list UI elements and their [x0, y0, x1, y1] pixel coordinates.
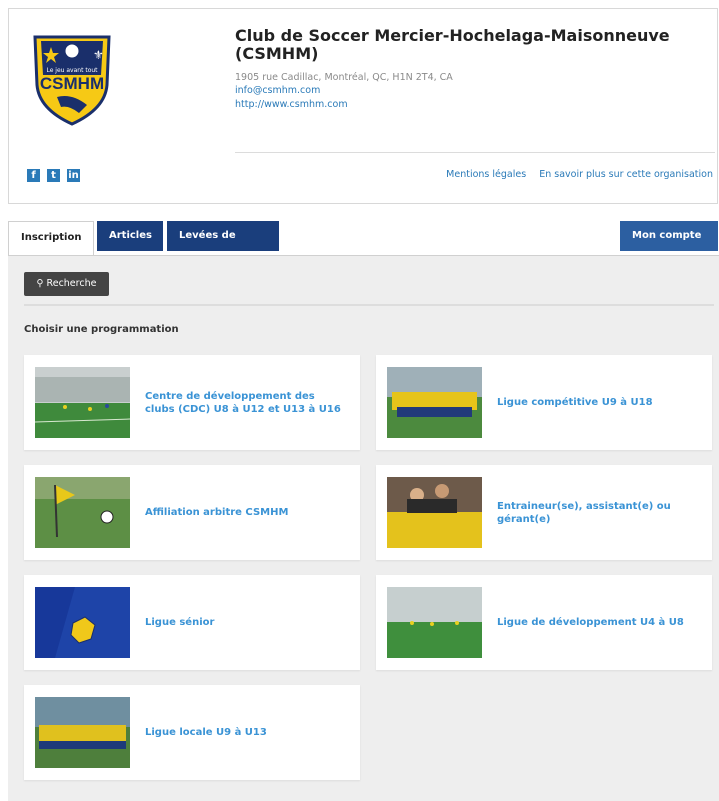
tab-articles[interactable]: Articles	[97, 221, 163, 251]
header-divider	[235, 152, 715, 153]
program-thumbnail	[35, 587, 130, 658]
program-card[interactable]: Ligue de développement U4 à U8	[376, 575, 712, 670]
organization-email-link[interactable]: info@csmhm.com	[235, 85, 320, 96]
about-organization-link[interactable]: En savoir plus sur cette organisation	[539, 169, 713, 180]
main-tabs: Inscription Articles Levées de fonds Mon…	[8, 221, 718, 271]
program-title[interactable]: Centre de développement des clubs (CDC) …	[145, 355, 345, 450]
program-thumbnail	[387, 587, 482, 658]
program-thumbnail	[387, 367, 482, 438]
program-thumbnail	[35, 697, 130, 768]
tab-inscription[interactable]: Inscription	[8, 221, 94, 255]
legal-notice-link[interactable]: Mentions légales	[446, 169, 526, 180]
organization-website-link[interactable]: http://www.csmhm.com	[235, 99, 348, 110]
programs-panel: ⚲ Recherche Choisir une programmation Ce…	[8, 255, 719, 801]
linkedin-icon[interactable]: in	[67, 169, 80, 182]
organization-name: Club de Soccer Mercier-Hochelaga-Maisonn…	[235, 26, 670, 63]
program-title[interactable]: Ligue locale U9 à U13	[145, 685, 345, 780]
program-title[interactable]: Ligue de développement U4 à U8	[497, 575, 697, 670]
program-card[interactable]: Ligue compétitive U9 à U18	[376, 355, 712, 450]
program-title[interactable]: Affiliation arbitre CSMHM	[145, 465, 345, 560]
svg-text:⚜: ⚜	[93, 48, 104, 62]
program-title[interactable]: Entraineur(se), assistant(e) ou gérant(e…	[497, 465, 697, 560]
header-footer-links: Mentions légales En savoir plus sur cett…	[436, 169, 713, 180]
organization-address: 1905 rue Cadillac, Montréal, QC, H1N 2T4…	[235, 72, 453, 83]
program-card[interactable]: Affiliation arbitre CSMHM	[24, 465, 360, 560]
facebook-icon[interactable]: f	[27, 169, 40, 182]
search-icon: ⚲	[36, 278, 44, 289]
panel-divider	[24, 304, 714, 306]
logo-text: CSMHM	[40, 74, 104, 93]
program-thumbnail	[387, 477, 482, 548]
tab-fundraising[interactable]: Levées de fonds	[167, 221, 279, 271]
program-title[interactable]: Ligue compétitive U9 à U18	[497, 355, 697, 450]
search-button-label: Recherche	[46, 278, 97, 289]
my-account-button[interactable]: Mon compte ↗	[620, 221, 718, 271]
program-card[interactable]: Ligue sénior	[24, 575, 360, 670]
social-links: f t in	[27, 169, 80, 182]
organization-header: ⚜ Le jeu avant tout CSMHM Club de Soccer…	[8, 8, 718, 204]
club-logo: ⚜ Le jeu avant tout CSMHM	[27, 27, 117, 127]
program-card[interactable]: Entraineur(se), assistant(e) ou gérant(e…	[376, 465, 712, 560]
program-title[interactable]: Ligue sénior	[145, 575, 345, 670]
program-thumbnail	[35, 477, 130, 548]
my-account-label: Mon compte	[632, 230, 702, 241]
search-button[interactable]: ⚲ Recherche	[24, 272, 109, 296]
program-card[interactable]: Ligue locale U9 à U13	[24, 685, 360, 780]
program-card[interactable]: Centre de développement des clubs (CDC) …	[24, 355, 360, 450]
section-title: Choisir une programmation	[24, 324, 179, 335]
twitter-icon[interactable]: t	[47, 169, 60, 182]
logo-tagline: Le jeu avant tout	[46, 67, 98, 74]
program-thumbnail	[35, 367, 130, 438]
